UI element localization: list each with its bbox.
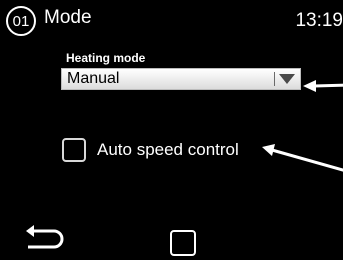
auto-speed-checkbox[interactable]: [62, 138, 86, 162]
chevron-down-icon[interactable]: [279, 74, 295, 84]
home-square-icon[interactable]: [170, 230, 196, 256]
clock-time: 13:19: [295, 10, 343, 31]
heating-mode-dropdown[interactable]: Manual: [61, 68, 301, 90]
auto-speed-label: Auto speed control: [97, 140, 239, 159]
heating-mode-label: Heating mode: [66, 51, 146, 65]
back-arrow-icon[interactable]: [24, 225, 66, 249]
dropdown-separator: [274, 72, 275, 86]
heating-mode-value: Manual: [67, 70, 120, 87]
page-title: Mode: [44, 7, 92, 28]
device-screen: 01 Mode 13:19 Heating mode Manual Auto s…: [0, 0, 343, 260]
screen-number-badge: 01: [6, 6, 36, 36]
screen-number: 01: [12, 12, 30, 30]
